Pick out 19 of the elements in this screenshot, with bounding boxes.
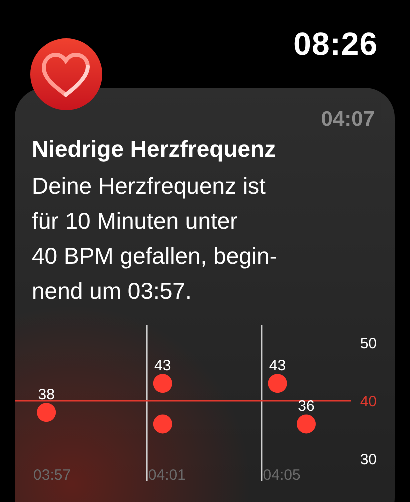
- value-label: 43: [154, 358, 172, 375]
- notification-text: nend um 03:57.: [32, 277, 192, 306]
- x-axis-label: 04:01: [148, 467, 186, 484]
- notification-time: 04:07: [320, 108, 376, 132]
- clock-time: 08:26: [294, 26, 378, 63]
- notification-card[interactable]: 04:07 Niedrige Herzfrequenz Deine Herzfrequenz ist für 10 Minuten unter 40 BPM gefallen, begin- nend um 03:57. 03:57 04:01 04:05 50 40 30 38 43 43 36: [15, 88, 395, 502]
- value-label: 38: [38, 386, 55, 404]
- y-axis-label: 30: [360, 452, 377, 468]
- notification-title: Niedrige Herzfrequenz: [31, 135, 278, 163]
- y-axis-label: 40: [360, 394, 377, 410]
- value-label: 43: [269, 358, 286, 375]
- notification-text: Deine Herzfrequenz ist: [32, 172, 266, 201]
- x-axis-label: 03:57: [34, 467, 72, 484]
- notification-text: 40 BPM gefallen, begin-: [32, 242, 278, 271]
- value-label: 36: [298, 398, 315, 416]
- heart-app-icon[interactable]: [30, 38, 103, 111]
- notification-text: für 10 Minuten unter: [32, 207, 238, 236]
- x-axis-label: 04:05: [263, 467, 301, 484]
- y-axis-label: 50: [360, 336, 377, 352]
